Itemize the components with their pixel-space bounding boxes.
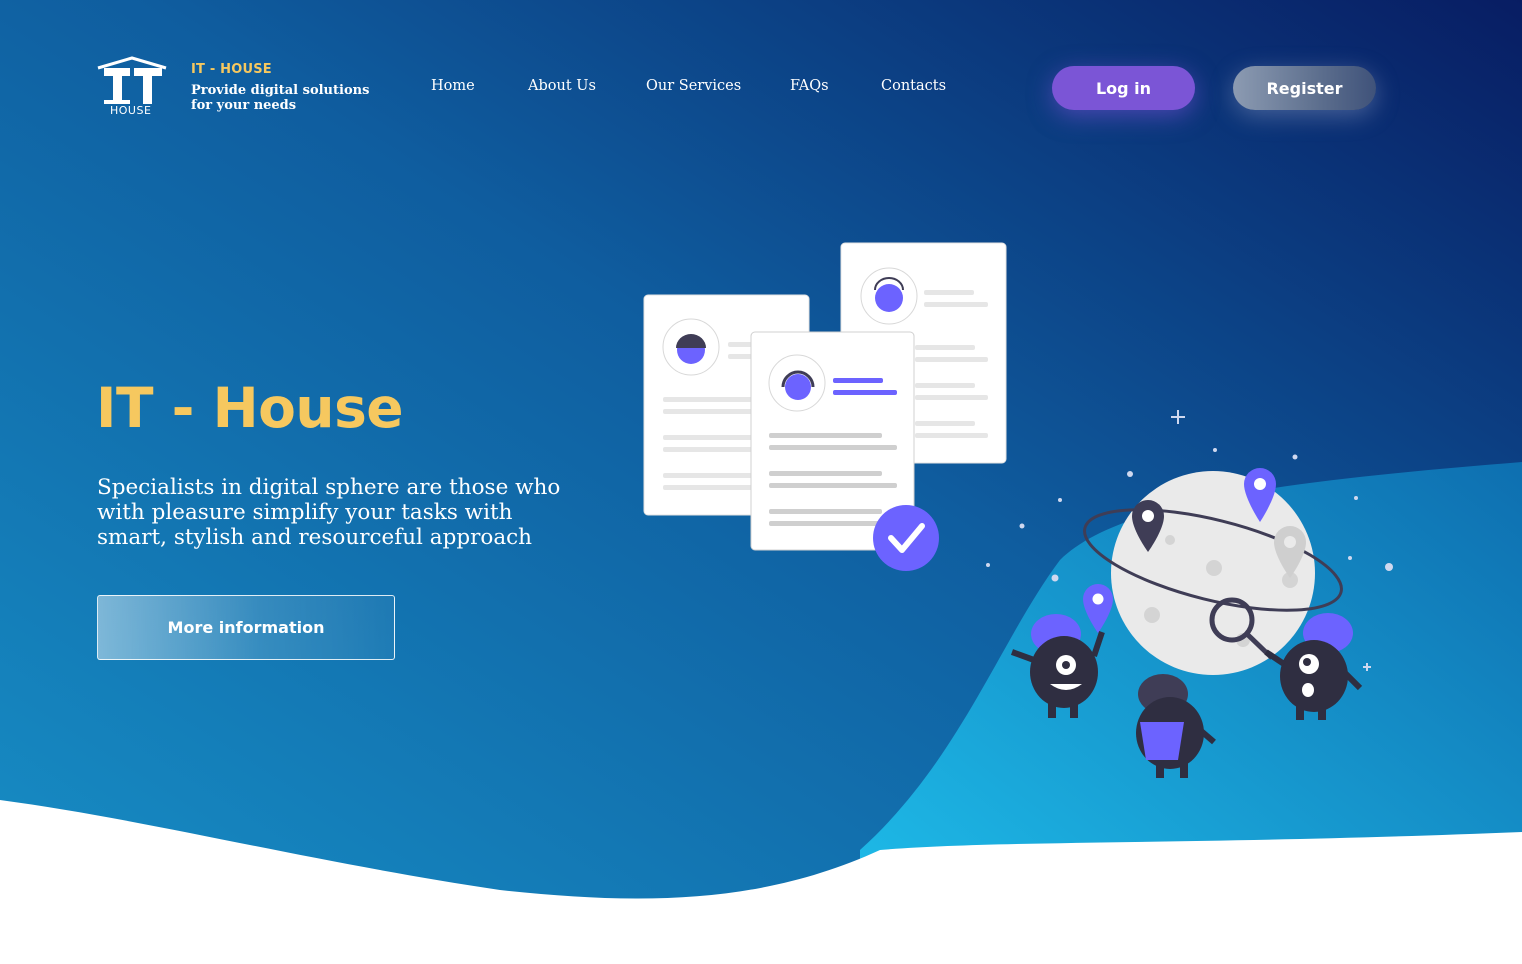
- hero-title: IT - House: [96, 376, 404, 440]
- hero-section: HOUSE IT - HOUSE Provide digital solutio…: [0, 0, 1522, 964]
- logo-subtext: HOUSE: [110, 104, 152, 117]
- nav-about-us[interactable]: About Us: [528, 78, 596, 94]
- nav-faqs[interactable]: FAQs: [790, 78, 829, 94]
- more-information-button[interactable]: More information: [97, 595, 395, 660]
- register-button[interactable]: Register: [1233, 66, 1376, 110]
- hero-description: Specialists in digital sphere are those …: [97, 475, 561, 550]
- login-button[interactable]: Log in: [1052, 66, 1195, 110]
- nav-our-services[interactable]: Our Services: [646, 78, 741, 94]
- check-icon: [873, 505, 939, 571]
- nav-contacts[interactable]: Contacts: [881, 78, 946, 94]
- monster-middle-illustration: [1136, 674, 1216, 778]
- brand-tagline: Provide digital solutions for your needs: [191, 83, 370, 113]
- monster-left-illustration: [1010, 614, 1105, 718]
- nav-home[interactable]: Home: [431, 78, 475, 94]
- hero-illustration: [643, 242, 1363, 778]
- brand-name: IT - HOUSE: [191, 62, 272, 77]
